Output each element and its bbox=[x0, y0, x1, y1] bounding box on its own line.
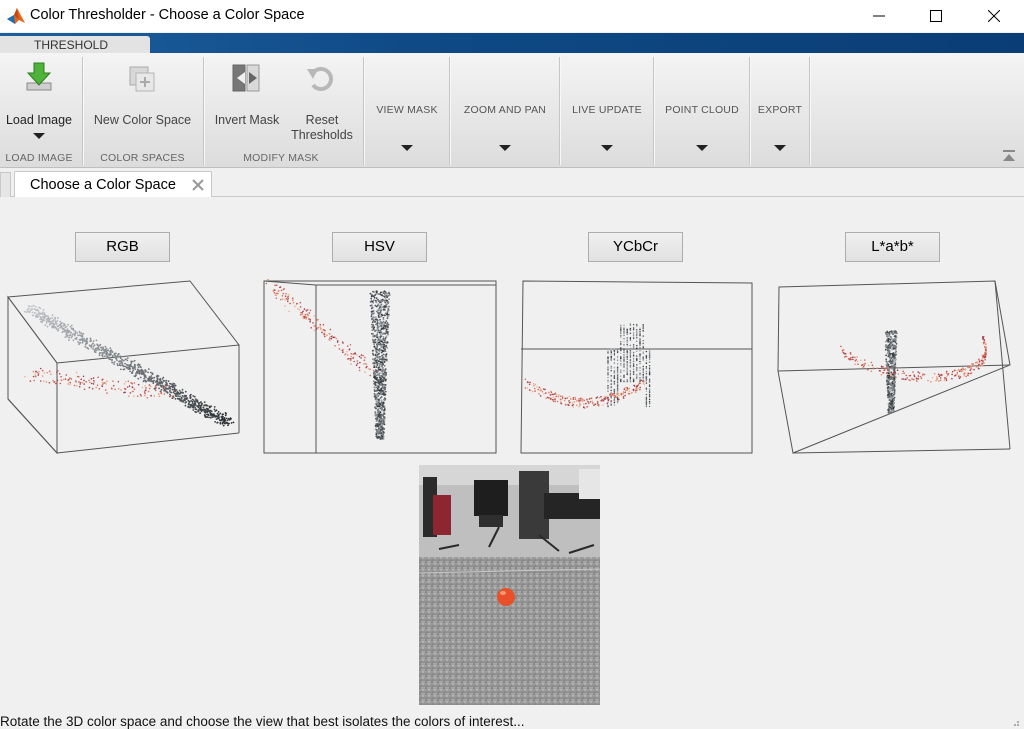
ribbon-separator bbox=[653, 57, 654, 165]
reset-thresholds-button[interactable]: Reset Thresholds bbox=[287, 55, 357, 147]
title-bar: Color Thresholder - Choose a Color Space bbox=[0, 0, 1024, 32]
color-space-panel: RGB HSV YCbCr L*a*b* bbox=[0, 197, 1024, 712]
maximize-icon bbox=[930, 10, 942, 22]
document-tab-overflow[interactable] bbox=[0, 172, 11, 197]
orange-ball bbox=[497, 588, 515, 606]
chevron-down-icon bbox=[774, 145, 786, 151]
close-tab-icon[interactable] bbox=[191, 178, 205, 192]
window-title: Color Thresholder - Choose a Color Space bbox=[30, 7, 305, 23]
matlab-logo-icon bbox=[7, 8, 25, 24]
new-color-space-icon bbox=[129, 66, 155, 92]
tab-choose-a-color-space[interactable]: Choose a Color Space bbox=[14, 171, 212, 198]
zoom-and-pan-label: ZOOM AND PAN bbox=[463, 104, 547, 116]
chevron-down-icon bbox=[33, 133, 45, 139]
chevron-down-icon bbox=[499, 145, 511, 151]
hsv-button[interactable]: HSV bbox=[332, 232, 427, 262]
maximize-button[interactable] bbox=[907, 0, 965, 32]
invert-mask-label: Invert Mask bbox=[214, 113, 280, 127]
minimize-icon bbox=[873, 15, 885, 17]
point-cloud-menu[interactable]: POINT CLOUD bbox=[655, 104, 749, 152]
reset-thresholds-label-1: Reset bbox=[305, 113, 339, 127]
reset-icon bbox=[307, 67, 333, 91]
ribbon-separator bbox=[749, 57, 750, 165]
point-cloud-label: POINT CLOUD bbox=[665, 104, 739, 116]
ribbon-separator bbox=[449, 57, 450, 165]
minimize-button[interactable] bbox=[850, 0, 908, 32]
chevron-down-icon bbox=[401, 145, 413, 151]
ycbcr-button[interactable]: YCbCr bbox=[588, 232, 683, 262]
live-update-label: LIVE UPDATE bbox=[572, 104, 642, 116]
new-color-space-label: New Color Space bbox=[93, 113, 192, 127]
lab-cloud-points bbox=[840, 330, 987, 414]
ribbon-separator bbox=[203, 57, 204, 165]
ribbon-tab-strip: THRESHOLD bbox=[0, 33, 1024, 54]
rgb-button[interactable]: RGB bbox=[75, 232, 170, 262]
group-label-color-spaces: COLOR SPACES bbox=[100, 152, 185, 164]
close-button[interactable] bbox=[965, 0, 1023, 32]
ribbon-separator bbox=[363, 57, 364, 165]
loaded-image-preview bbox=[419, 465, 600, 705]
chevron-down-icon bbox=[601, 145, 613, 151]
invert-mask-icon bbox=[232, 64, 260, 92]
new-color-space-button[interactable]: New Color Space bbox=[84, 55, 201, 147]
ribbon-separator bbox=[559, 57, 560, 165]
rgb-cloud-points bbox=[23, 304, 235, 427]
group-label-modify-mask: MODIFY MASK bbox=[243, 152, 319, 164]
resize-grip-icon[interactable] bbox=[1012, 719, 1020, 727]
load-image-label: Load Image bbox=[5, 113, 73, 127]
ycbcr-cloud-points bbox=[524, 323, 651, 409]
live-update-menu[interactable]: LIVE UPDATE bbox=[561, 104, 653, 152]
document-tab-label: Choose a Color Space bbox=[30, 177, 176, 193]
lab-point-cloud[interactable] bbox=[776, 279, 1014, 457]
hsv-cloud-points bbox=[265, 279, 391, 440]
export-label: EXPORT bbox=[757, 104, 803, 116]
close-icon bbox=[988, 10, 1000, 22]
collapse-ribbon-icon[interactable] bbox=[1002, 149, 1016, 163]
view-mask-label: VIEW MASK bbox=[376, 104, 438, 116]
zoom-and-pan-menu[interactable]: ZOOM AND PAN bbox=[451, 104, 559, 152]
lab-button[interactable]: L*a*b* bbox=[845, 232, 940, 262]
group-label-load-image: LOAD IMAGE bbox=[5, 152, 73, 164]
ribbon-separator bbox=[82, 57, 83, 165]
ribbon-separator bbox=[809, 57, 810, 165]
ribbon-toolbar: Load Image LOAD IMAGE New Color Space CO… bbox=[0, 53, 1024, 168]
reset-thresholds-label-2: Thresholds bbox=[291, 128, 353, 142]
rgb-point-cloud[interactable] bbox=[5, 279, 245, 459]
load-image-button[interactable]: Load Image bbox=[0, 55, 78, 147]
status-message: Rotate the 3D color space and choose the… bbox=[0, 714, 525, 729]
document-tab-bar: Choose a Color Space bbox=[0, 169, 1024, 198]
load-image-icon bbox=[26, 62, 52, 91]
hsv-point-cloud[interactable] bbox=[262, 279, 500, 457]
export-menu[interactable]: EXPORT bbox=[751, 104, 809, 152]
invert-mask-button[interactable]: Invert Mask bbox=[207, 55, 287, 147]
chevron-down-icon bbox=[696, 145, 708, 151]
tab-threshold[interactable]: THRESHOLD bbox=[0, 36, 150, 54]
ycbcr-point-cloud[interactable] bbox=[520, 279, 756, 457]
status-bar: Rotate the 3D color space and choose the… bbox=[0, 712, 1024, 729]
view-mask-menu[interactable]: VIEW MASK bbox=[365, 104, 449, 152]
